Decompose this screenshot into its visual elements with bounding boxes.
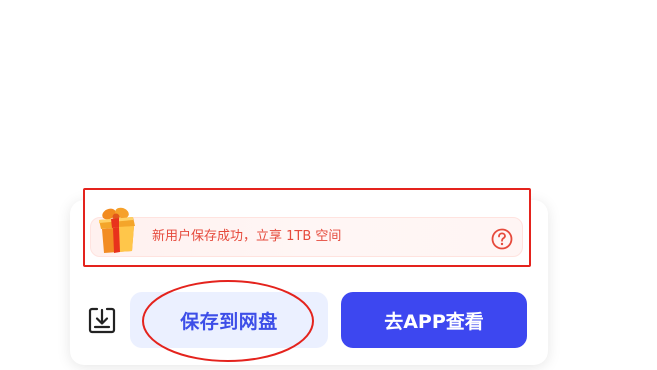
download-tray-icon[interactable] <box>87 305 117 335</box>
gift-box-icon <box>99 207 135 253</box>
save-to-drive-button[interactable]: 保存到网盘 <box>130 292 328 348</box>
open-in-app-button[interactable]: 去APP查看 <box>341 292 527 348</box>
question-circle-icon[interactable] <box>491 228 513 250</box>
promo-message: 新用户保存成功，立享 1TB 空间 <box>152 229 342 244</box>
